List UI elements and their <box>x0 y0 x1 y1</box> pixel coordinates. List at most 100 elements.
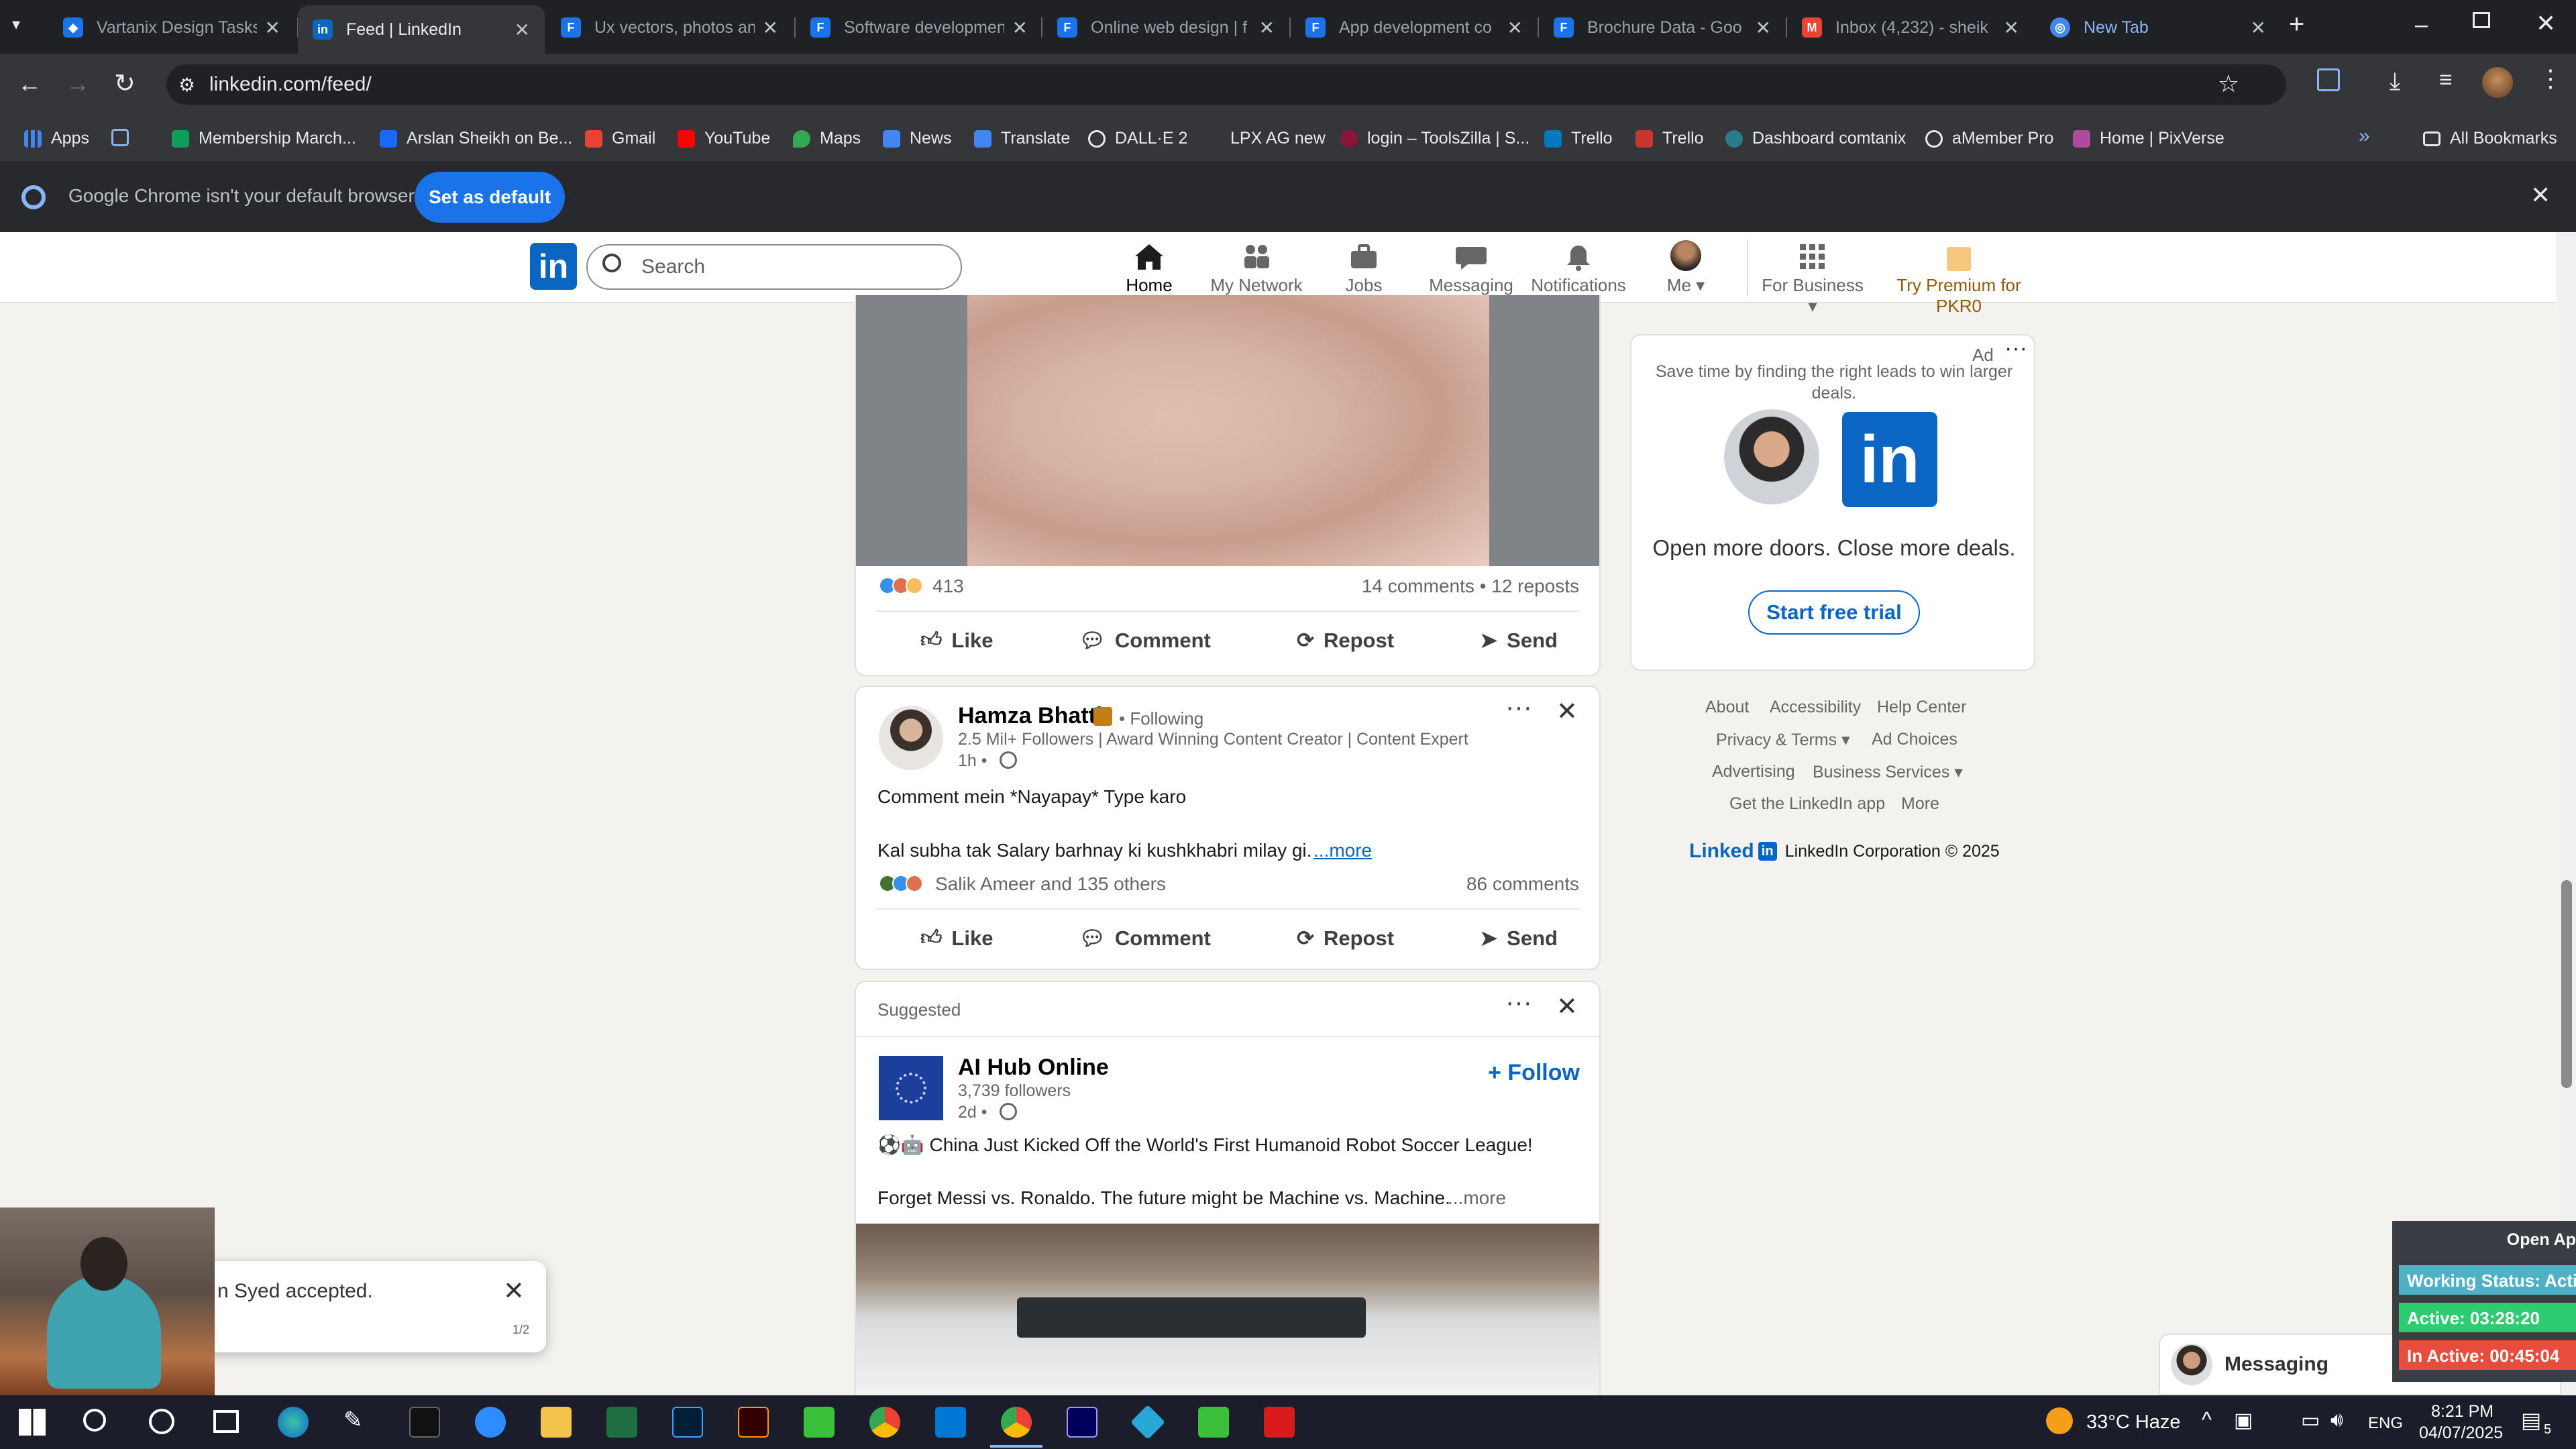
footer-about[interactable]: About <box>1705 698 1749 717</box>
tab-search-button[interactable]: ▾ <box>12 15 20 34</box>
new-tab-button[interactable]: + <box>2289 9 2304 40</box>
profile-avatar[interactable] <box>2482 67 2513 98</box>
open-app-link[interactable]: Open Ap <box>2507 1230 2576 1250</box>
reload-button[interactable]: ↻ <box>114 68 136 99</box>
dismiss-post-icon[interactable]: ✕ <box>1556 991 1578 1022</box>
ad-options-icon[interactable]: ··· <box>2004 335 2027 362</box>
more-options-icon[interactable]: ··· <box>1505 692 1532 722</box>
footer-help-center[interactable]: Help Center <box>1877 698 1966 717</box>
close-icon[interactable]: ✕ <box>265 17 280 39</box>
bookmark-maps[interactable]: Maps <box>793 129 861 148</box>
linkedin-logo-icon[interactable]: in <box>530 243 577 290</box>
chrome-active-icon[interactable] <box>1001 1407 1032 1438</box>
follow-button[interactable]: + Follow <box>1488 1060 1580 1086</box>
repost-button[interactable]: ⟳ Repost <box>1297 926 1394 951</box>
cortana-icon[interactable] <box>149 1409 174 1434</box>
restore-button[interactable] <box>2473 12 2490 28</box>
author-avatar[interactable] <box>879 706 943 770</box>
tray-chevron-icon[interactable]: ^ <box>2202 1407 2212 1432</box>
bookmark-youtube[interactable]: YouTube <box>678 129 770 148</box>
reactions-summary[interactable]: Salik Ameer and 135 others <box>935 873 1166 895</box>
footer-get-app[interactable]: Get the LinkedIn app <box>1729 794 1885 814</box>
start-button[interactable] <box>19 1409 46 1436</box>
green-app-icon[interactable] <box>804 1407 835 1438</box>
post-video[interactable] <box>856 1224 1599 1397</box>
close-icon[interactable]: ✕ <box>2004 17 2019 39</box>
send-button[interactable]: ➤ Send <box>1480 926 1558 951</box>
see-more-link[interactable]: ...more <box>1313 840 1372 861</box>
comment-button[interactable]: 💬︎ Comment <box>1079 628 1211 653</box>
webcam-preview[interactable] <box>0 1208 215 1395</box>
tab-ux-vectors[interactable]: F Ux vectors, photos an ✕ <box>546 8 793 47</box>
acrobat-icon[interactable] <box>1264 1407 1295 1438</box>
nav-for-business[interactable]: For Business ▾ <box>1758 239 1868 317</box>
excel-icon[interactable] <box>606 1407 637 1438</box>
zoom-icon[interactable] <box>475 1407 506 1438</box>
bookmark-trello-1[interactable]: Trello <box>1544 129 1613 148</box>
close-icon[interactable]: ✕ <box>1756 17 1771 39</box>
bookmark-apps[interactable]: Apps <box>24 129 89 148</box>
send-button[interactable]: ➤ Send <box>1480 628 1558 653</box>
premiere-icon[interactable] <box>1067 1407 1097 1438</box>
bookmark-membership[interactable]: Membership March... <box>172 129 356 148</box>
media-control-icon[interactable]: ≡ <box>2439 67 2453 93</box>
close-icon[interactable]: ✕ <box>1259 17 1275 39</box>
company-logo[interactable] <box>879 1056 943 1120</box>
bookmark-pixverse[interactable]: Home | PixVerse <box>2073 129 2224 148</box>
author-name[interactable]: Hamza Bhatti <box>958 703 1102 729</box>
minimize-button[interactable]: – <box>2415 12 2428 38</box>
back-button[interactable]: ← <box>17 70 42 98</box>
nav-try-premium[interactable]: Try Premium for PKR0 <box>1878 239 2039 317</box>
footer-business-services[interactable]: Business Services ▾ <box>1813 762 1963 782</box>
dismiss-post-icon[interactable]: ✕ <box>1556 696 1578 727</box>
address-bar[interactable]: ⚙ linkedin.com/feed/ ☆ <box>166 64 2286 105</box>
close-icon[interactable]: ✕ <box>515 19 530 41</box>
footer-advertising[interactable]: Advertising <box>1712 762 1795 782</box>
footer-ad-choices[interactable]: Ad Choices <box>1872 730 1957 749</box>
bookmark-dashboard[interactable]: Dashboard comtanix <box>1725 129 1906 148</box>
nav-home[interactable]: Home <box>1099 239 1199 296</box>
photoshop-icon[interactable] <box>672 1407 703 1438</box>
bookmark-star-icon[interactable]: ☆ <box>2218 70 2239 98</box>
language-indicator[interactable]: ENG <box>2368 1414 2403 1433</box>
comments-count[interactable]: 86 comments <box>1466 873 1579 895</box>
bookmark-translate[interactable]: Translate <box>974 129 1070 148</box>
nav-notifications[interactable]: Notifications <box>1528 239 1629 296</box>
close-icon[interactable]: ✕ <box>1012 17 1028 39</box>
terminal-icon[interactable] <box>409 1407 440 1438</box>
footer-accessibility[interactable]: Accessibility <box>1770 698 1861 717</box>
post-image[interactable] <box>856 295 1599 566</box>
like-button[interactable]: 👍︎ Like <box>920 628 993 653</box>
chrome-icon[interactable] <box>869 1407 900 1438</box>
nav-my-network[interactable]: My Network <box>1206 239 1307 296</box>
task-view-icon[interactable] <box>213 1410 239 1433</box>
nav-me[interactable]: Me ▾ <box>1635 239 1736 296</box>
bookmark-dalle[interactable]: DALL·E 2 <box>1088 129 1187 148</box>
bookmark-toolszilla[interactable]: login – ToolsZilla | S... <box>1340 129 1529 148</box>
search-input[interactable]: Search <box>586 244 962 290</box>
close-icon[interactable]: ✕ <box>2251 17 2266 39</box>
weather-text[interactable]: 33°C Haze <box>2086 1411 2181 1434</box>
all-bookmarks[interactable]: All Bookmarks <box>2423 129 2557 148</box>
pen-icon[interactable]: ✎ <box>343 1407 374 1438</box>
bookmark-amember[interactable]: aMember Pro <box>1925 129 2053 148</box>
comments-reposts-count[interactable]: 14 comments • 12 reposts <box>1362 576 1579 597</box>
reaction-count[interactable]: 413 <box>932 576 964 597</box>
taskbar-search-icon[interactable] <box>83 1409 106 1432</box>
see-more-link[interactable]: ...more <box>1448 1187 1506 1209</box>
tray-meet-icon[interactable]: ▣ <box>2234 1409 2253 1432</box>
notification-center-icon[interactable]: ▤ <box>2521 1407 2541 1433</box>
bookmark-gmail[interactable]: Gmail <box>585 129 655 148</box>
tab-app-development[interactable]: F App development co ✕ <box>1291 8 1538 47</box>
tab-linkedin-feed[interactable]: in Feed | LinkedIn ✕ <box>298 5 545 54</box>
tab-online-web-design[interactable]: F Online web design | f ✕ <box>1042 8 1289 47</box>
more-bookmarks-icon[interactable]: » <box>2359 125 2370 148</box>
clock-time[interactable]: 8:21 PM <box>2431 1402 2493 1421</box>
site-info-icon[interactable]: ⚙ <box>178 74 195 96</box>
infobar-close-icon[interactable]: ✕ <box>2530 181 2551 209</box>
more-options-icon[interactable]: ··· <box>1505 987 1532 1018</box>
footer-privacy-terms[interactable]: Privacy & Terms ▾ <box>1716 730 1850 750</box>
nav-messaging[interactable]: Messaging <box>1421 239 1521 296</box>
tab-software-dev[interactable]: F Software developmen ✕ <box>796 8 1042 47</box>
extensions-icon[interactable] <box>2317 68 2340 91</box>
